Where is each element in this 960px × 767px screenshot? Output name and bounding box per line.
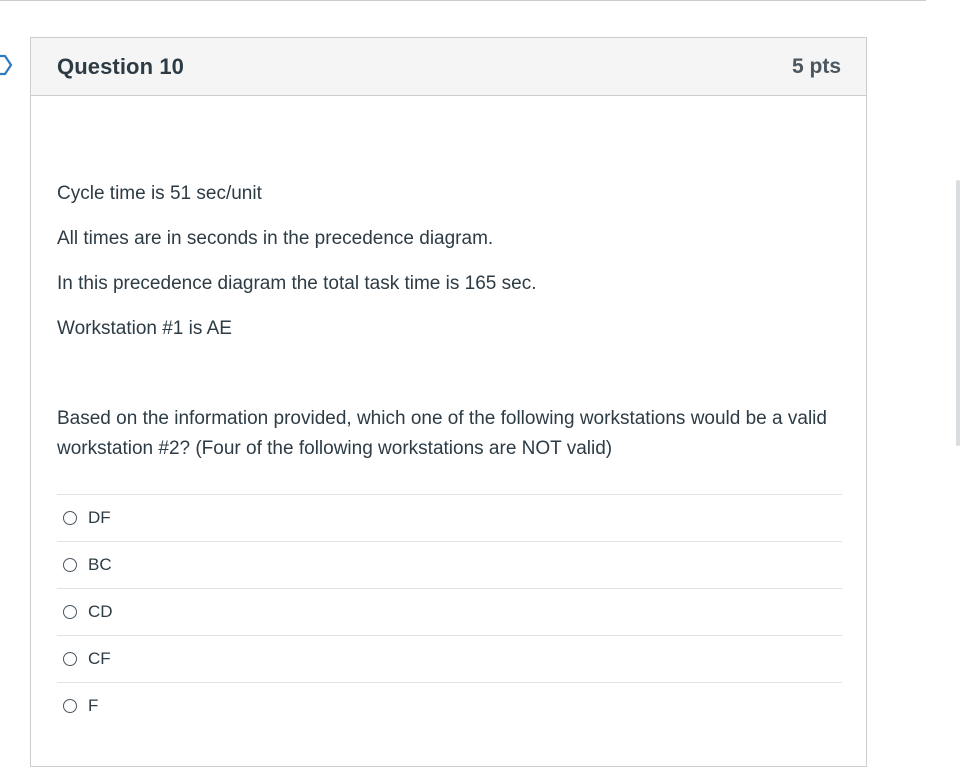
answer-option-cd[interactable]: CD [57,588,842,635]
radio-unchecked-icon[interactable] [63,699,77,713]
question-text-times-units: All times are in seconds in the preceden… [57,228,494,249]
answer-option-cf[interactable]: CF [57,635,842,682]
radio-unchecked-icon[interactable] [63,511,77,525]
top-divider [0,0,926,1]
answer-option-f[interactable]: F [57,682,842,729]
question-prompt: Based on the information provided, which… [57,408,827,459]
answer-label[interactable]: CD [88,602,113,622]
answer-label[interactable]: DF [88,508,111,528]
question-flag-icon[interactable] [0,53,16,77]
answer-list: DF BC CD CF F [57,494,842,729]
question-body: Cycle time is 51 sec/unit All times are … [31,96,866,729]
answer-label[interactable]: BC [88,555,112,575]
answer-option-bc[interactable]: BC [57,541,842,588]
question-text-total-task-time: In this precedence diagram the total tas… [57,273,537,294]
radio-unchecked-icon[interactable] [63,558,77,572]
answer-label[interactable]: F [88,696,98,716]
question-title: Question 10 [57,53,185,79]
question-points: 5 pts [791,54,841,78]
question-card: Question 10 5 pts Cycle time is 51 sec/u… [30,37,867,767]
question-text-workstation-1: Workstation #1 is AE [57,318,232,339]
answer-option-df[interactable]: DF [57,494,842,541]
question-header: Question 10 5 pts [31,38,866,96]
scrollbar-thumb[interactable] [956,180,960,446]
answer-label[interactable]: CF [88,649,111,669]
question-text-cycle-time: Cycle time is 51 sec/unit [57,183,262,204]
radio-unchecked-icon[interactable] [63,652,77,666]
page-scrollbar[interactable] [956,0,960,756]
radio-unchecked-icon[interactable] [63,605,77,619]
